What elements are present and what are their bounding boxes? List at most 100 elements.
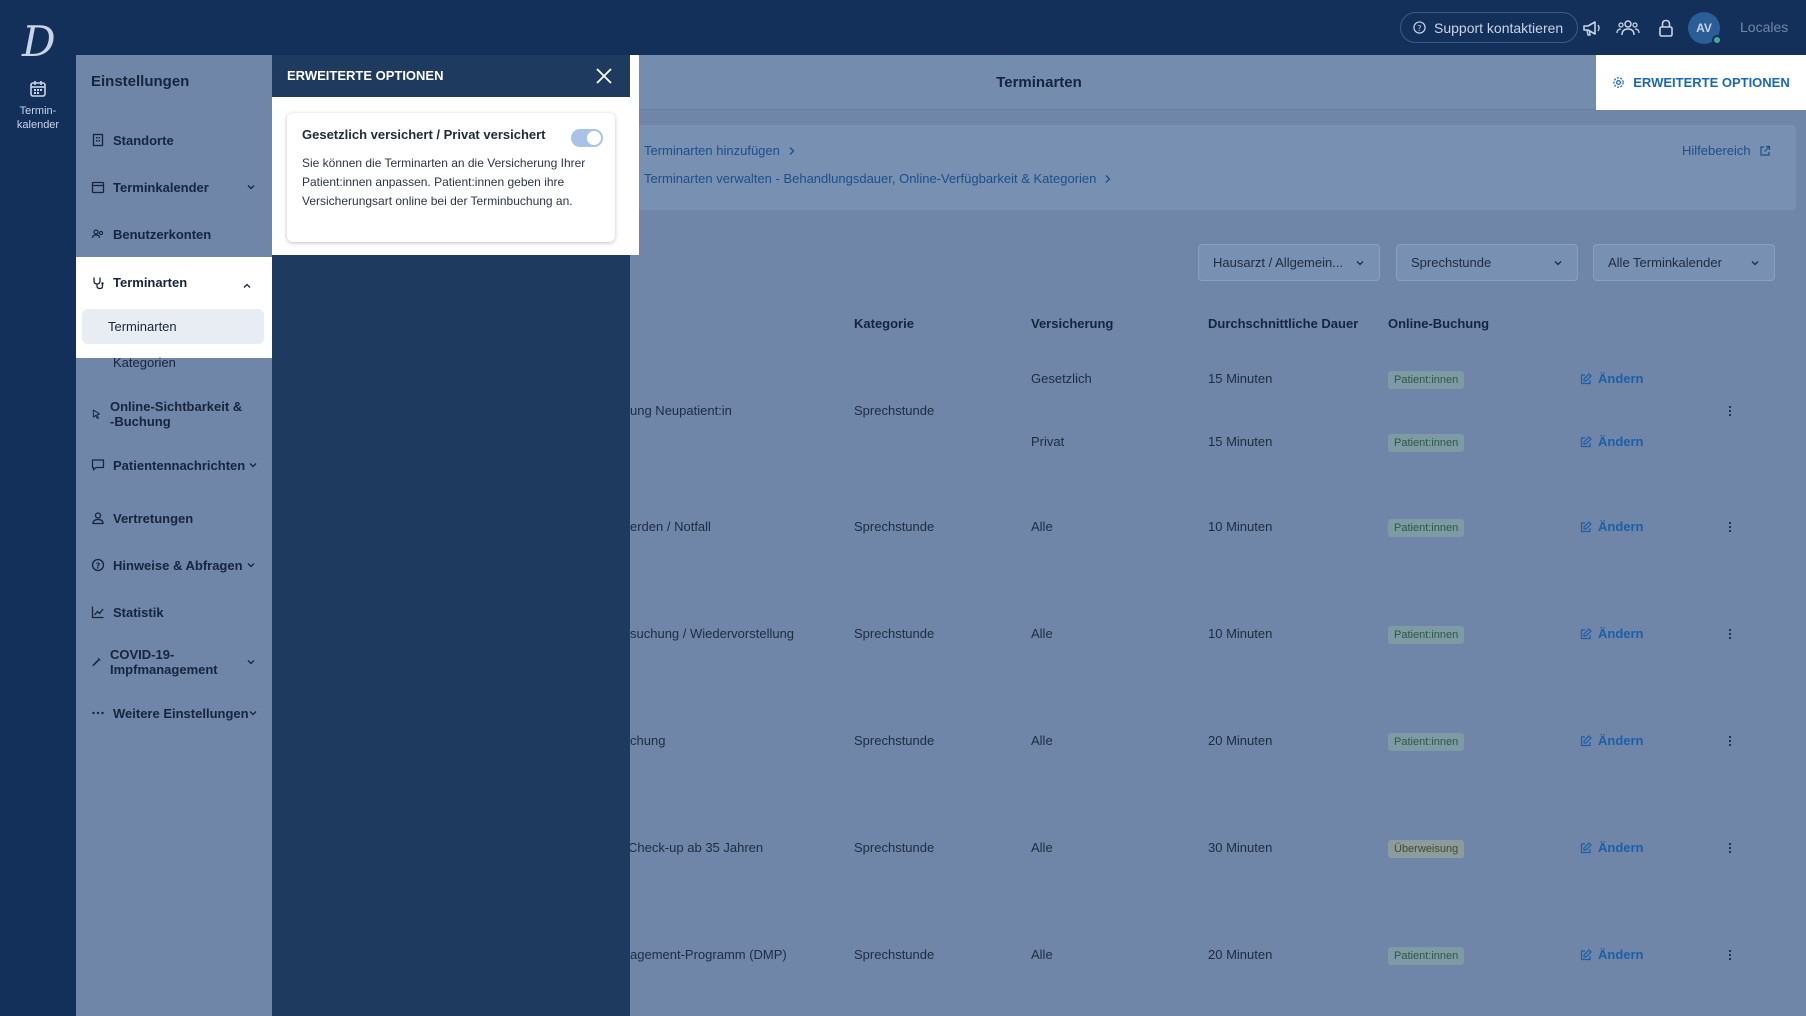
gear-icon bbox=[1613, 77, 1624, 88]
edit-label: Ändern bbox=[1598, 733, 1644, 748]
filter-specialty-select[interactable]: Hausarzt / Allgemein... bbox=[1198, 244, 1380, 281]
more-vertical-icon[interactable] bbox=[1728, 842, 1732, 854]
edit-button[interactable]: Ändern bbox=[1580, 371, 1644, 386]
sidebar-item-hinweise[interactable]: ? Hinweise & Abfragen bbox=[76, 555, 272, 575]
insurance-option-card: Gesetzlich versichert / Privat versicher… bbox=[287, 113, 615, 242]
booking-badge: Patient:innen bbox=[1388, 947, 1465, 965]
edit-button[interactable]: Ändern bbox=[1580, 626, 1644, 641]
sidebar-item-label: Online-Sichtbarkeit & -Buchung bbox=[110, 399, 243, 429]
edit-button[interactable]: Ändern bbox=[1580, 947, 1644, 962]
more-vertical-icon[interactable] bbox=[1728, 521, 1732, 533]
edit-label: Ändern bbox=[1598, 626, 1644, 641]
more-vertical-icon[interactable] bbox=[1728, 735, 1732, 747]
rail-item-terminkalender[interactable]: Termin- kalender bbox=[0, 80, 76, 132]
column-header-kategorie[interactable]: Kategorie bbox=[854, 316, 914, 331]
edit-icon bbox=[1580, 948, 1592, 960]
svg-text:?: ? bbox=[1417, 23, 1421, 33]
syringe-icon bbox=[92, 657, 101, 667]
sidebar-item-online-sichtbarkeit[interactable]: Online-Sichtbarkeit & -Buchung bbox=[76, 398, 272, 430]
lock-icon[interactable] bbox=[1654, 16, 1678, 40]
row-insurance: Alle bbox=[1031, 840, 1053, 855]
sidebar-subitem-terminarten[interactable]: Terminarten bbox=[82, 309, 264, 344]
sidebar-item-vertretungen[interactable]: Vertretungen bbox=[76, 508, 272, 528]
help-link-manage[interactable]: Terminarten verwalten - Behandlungsdauer… bbox=[644, 171, 1112, 186]
edit-button[interactable]: Ändern bbox=[1580, 733, 1644, 748]
edit-label: Ändern bbox=[1598, 947, 1644, 962]
help-area-link[interactable]: Hilfebereich bbox=[1682, 143, 1771, 158]
row-duration: 15 Minuten bbox=[1208, 371, 1273, 386]
avatar[interactable]: AV bbox=[1688, 12, 1722, 45]
chevron-right-icon bbox=[789, 146, 795, 155]
sidebar-item-patientennachrichten[interactable]: Patientennachrichten bbox=[76, 455, 272, 475]
close-icon[interactable] bbox=[595, 67, 613, 85]
edit-button[interactable]: Ändern bbox=[1580, 840, 1644, 855]
booking-badge: Patient:innen bbox=[1388, 371, 1465, 389]
row-name: agement-Programm (DMP) bbox=[630, 947, 787, 962]
sidebar-item-label: Patientennachrichten bbox=[113, 457, 246, 473]
extended-options-label: ERWEITERTE OPTIONEN bbox=[1633, 75, 1790, 90]
column-header-dauer[interactable]: Durchschnittliche Dauer bbox=[1208, 316, 1358, 331]
chevron-down-icon bbox=[1356, 260, 1364, 265]
building-icon bbox=[92, 133, 104, 147]
sidebar-item-statistik[interactable]: Statistik bbox=[76, 602, 272, 622]
sidebar-item-terminkalender[interactable]: Terminkalender bbox=[76, 177, 272, 197]
edit-label: Ändern bbox=[1598, 371, 1644, 386]
chart-icon bbox=[91, 606, 104, 619]
sidebar-item-label: Hinweise & Abfragen bbox=[113, 557, 243, 573]
chevron-down-icon bbox=[247, 660, 255, 665]
more-vertical-icon[interactable] bbox=[1728, 949, 1732, 961]
sidebar-item-covid[interactable]: COVID-19-Impfmanagement bbox=[76, 646, 272, 678]
row-insurance: Gesetzlich bbox=[1031, 371, 1092, 386]
row-category: Sprechstunde bbox=[854, 840, 935, 855]
svg-text:?: ? bbox=[96, 561, 101, 570]
row-name: erden / Notfall bbox=[630, 519, 711, 534]
users-icon bbox=[91, 229, 104, 239]
column-header-online-buchung[interactable]: Online-Buchung bbox=[1388, 316, 1489, 331]
filter-category-select[interactable]: Sprechstunde bbox=[1396, 244, 1578, 281]
booking-badge: Überweisung bbox=[1388, 840, 1465, 858]
edit-label: Ändern bbox=[1598, 519, 1644, 534]
sidebar-item-label: Standorte bbox=[113, 132, 174, 148]
edit-button[interactable]: Ändern bbox=[1580, 519, 1644, 534]
top-bar: ? Support kontaktieren AV Locales bbox=[76, 0, 1806, 55]
row-name: Check-up ab 35 Jahren bbox=[628, 840, 764, 855]
megaphone-icon[interactable] bbox=[1580, 16, 1604, 40]
help-link-label: Terminarten hinzufügen bbox=[644, 143, 780, 158]
filter-calendar-select[interactable]: Alle Terminkalender bbox=[1593, 244, 1775, 281]
row-duration: 30 Minuten bbox=[1208, 840, 1273, 855]
svg-text:D: D bbox=[21, 18, 56, 62]
insurance-toggle[interactable] bbox=[571, 129, 603, 147]
sidebar-item-weitere[interactable]: Weitere Einstellungen bbox=[76, 703, 272, 723]
sidebar-item-label: Weitere Einstellungen bbox=[113, 705, 249, 721]
doctolib-logo-icon[interactable]: D bbox=[20, 18, 56, 62]
avatar-initials: AV bbox=[1696, 21, 1712, 35]
sidebar-item-terminarten[interactable]: Terminarten bbox=[91, 275, 187, 290]
chevron-up-icon[interactable] bbox=[242, 281, 252, 291]
team-icon[interactable] bbox=[1616, 16, 1640, 40]
filter-value: Alle Terminkalender bbox=[1608, 255, 1722, 270]
row-insurance: Privat bbox=[1031, 434, 1065, 449]
row-duration: 10 Minuten bbox=[1208, 519, 1273, 534]
row-name: suchung / Wiedervorstellung bbox=[630, 626, 795, 641]
help-link-add[interactable]: Terminarten hinzufügen bbox=[644, 143, 796, 158]
more-vertical-icon[interactable] bbox=[1728, 628, 1732, 640]
settings-sidebar: Einstellungen Standorte Terminkalender B… bbox=[76, 55, 272, 1016]
sidebar-item-label: Vertretungen bbox=[113, 510, 194, 526]
row-duration: 20 Minuten bbox=[1208, 733, 1273, 748]
rail-item-label: Termin- kalender bbox=[16, 105, 60, 131]
row-insurance: Alle bbox=[1031, 519, 1053, 534]
row-name: chung bbox=[630, 733, 666, 748]
sidebar-item-standorte[interactable]: Standorte bbox=[76, 130, 272, 150]
extended-options-button[interactable]: ERWEITERTE OPTIONEN bbox=[1596, 55, 1806, 110]
row-category: Sprechstunde bbox=[854, 947, 935, 962]
sidebar-item-label: Terminkalender bbox=[113, 179, 209, 195]
locales-link[interactable]: Locales bbox=[1740, 19, 1788, 35]
sidebar-subitem-kategorien[interactable]: Kategorien bbox=[113, 355, 176, 370]
column-header-versicherung[interactable]: Versicherung bbox=[1031, 316, 1113, 331]
support-button[interactable]: ? Support kontaktieren bbox=[1400, 12, 1579, 43]
more-vertical-icon[interactable] bbox=[1728, 405, 1732, 417]
edit-button[interactable]: Ändern bbox=[1580, 434, 1644, 449]
edit-icon bbox=[1580, 372, 1592, 384]
sidebar-item-benutzerkonten[interactable]: Benutzerkonten bbox=[76, 224, 272, 244]
chevron-down-icon bbox=[1751, 260, 1759, 265]
